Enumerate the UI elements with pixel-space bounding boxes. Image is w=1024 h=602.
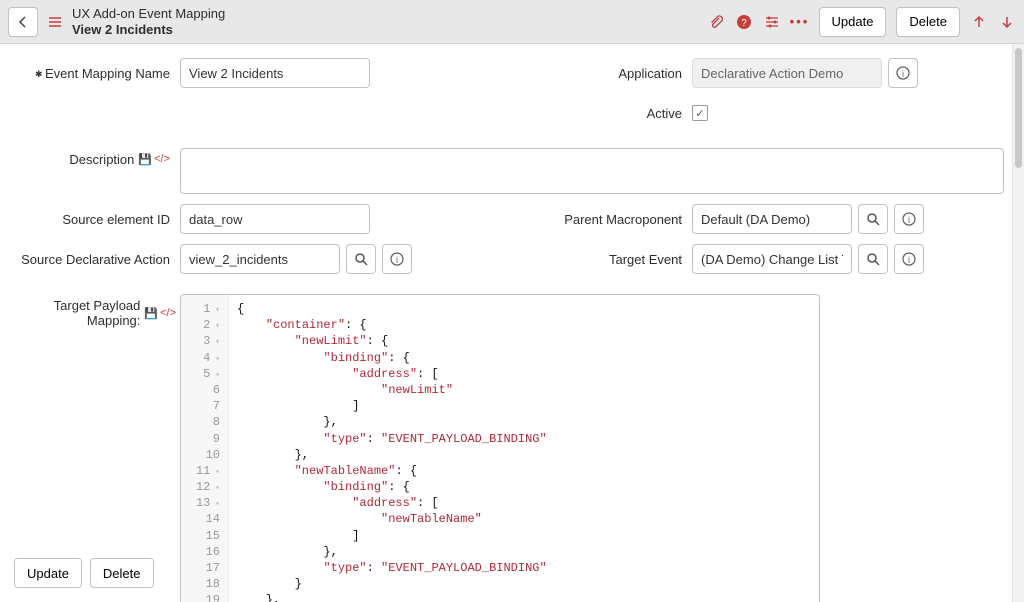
payload-mapping-label: Target Payload Mapping: (20, 298, 140, 328)
more-icon[interactable]: ••• (791, 13, 809, 31)
svg-text:?: ? (741, 18, 747, 29)
description-input[interactable] (180, 148, 1004, 194)
source-decl-action-label: Source Declarative Action (20, 252, 180, 267)
editor-gutter: 123456789101112131415161718192021 (181, 295, 229, 602)
back-button[interactable] (8, 7, 38, 37)
payload-mapping-editor[interactable]: 123456789101112131415161718192021 { "con… (180, 294, 820, 602)
svg-text:i: i (396, 255, 398, 265)
event-mapping-name-input[interactable] (180, 58, 370, 88)
payload-save-icon[interactable]: 💾 (144, 307, 158, 320)
source-decl-action-lookup[interactable] (346, 244, 376, 274)
footer-update-button[interactable]: Update (14, 558, 82, 588)
description-label: Description (69, 152, 134, 167)
parent-macroponent-input[interactable] (692, 204, 852, 234)
source-decl-action-info[interactable]: i (382, 244, 412, 274)
code-icon[interactable]: </> (154, 153, 170, 166)
target-event-input[interactable] (692, 244, 852, 274)
parent-macroponent-label: Parent Macroponent (532, 212, 692, 227)
page-title: UX Add-on Event Mapping (72, 6, 225, 22)
parent-macroponent-info[interactable]: i (894, 204, 924, 234)
next-record-icon[interactable] (998, 13, 1016, 31)
footer-delete-button[interactable]: Delete (90, 558, 154, 588)
active-checkbox[interactable]: ✓ (692, 105, 708, 121)
header-delete-button[interactable]: Delete (896, 7, 960, 37)
application-input (692, 58, 882, 88)
scrollbar-thumb[interactable] (1015, 48, 1022, 168)
event-mapping-name-label: Event Mapping Name (20, 66, 180, 81)
source-decl-action-input[interactable] (180, 244, 340, 274)
settings-icon[interactable] (763, 13, 781, 31)
prev-record-icon[interactable] (970, 13, 988, 31)
menu-icon[interactable] (46, 13, 64, 31)
header-update-button[interactable]: Update (819, 7, 887, 37)
target-event-lookup[interactable] (858, 244, 888, 274)
save-icon[interactable]: 💾 (138, 153, 152, 166)
application-info-button[interactable]: i (888, 58, 918, 88)
target-event-info[interactable]: i (894, 244, 924, 274)
application-label: Application (532, 66, 692, 81)
source-element-id-input[interactable] (180, 204, 370, 234)
editor-code[interactable]: { "container": { "newLimit": { "binding"… (229, 295, 819, 602)
form-header: UX Add-on Event Mapping View 2 Incidents… (0, 0, 1024, 44)
svg-text:i: i (902, 69, 904, 79)
attachment-icon[interactable] (707, 13, 725, 31)
target-event-label: Target Event (532, 252, 692, 267)
payload-code-icon[interactable]: </> (160, 307, 176, 320)
scrollbar[interactable] (1012, 44, 1024, 602)
source-element-id-label: Source element ID (20, 212, 180, 227)
active-label: Active (532, 106, 692, 121)
svg-text:i: i (908, 215, 910, 225)
svg-text:i: i (908, 255, 910, 265)
help-icon[interactable]: ? (735, 13, 753, 31)
page-subtitle: View 2 Incidents (72, 22, 225, 38)
parent-macroponent-lookup[interactable] (858, 204, 888, 234)
